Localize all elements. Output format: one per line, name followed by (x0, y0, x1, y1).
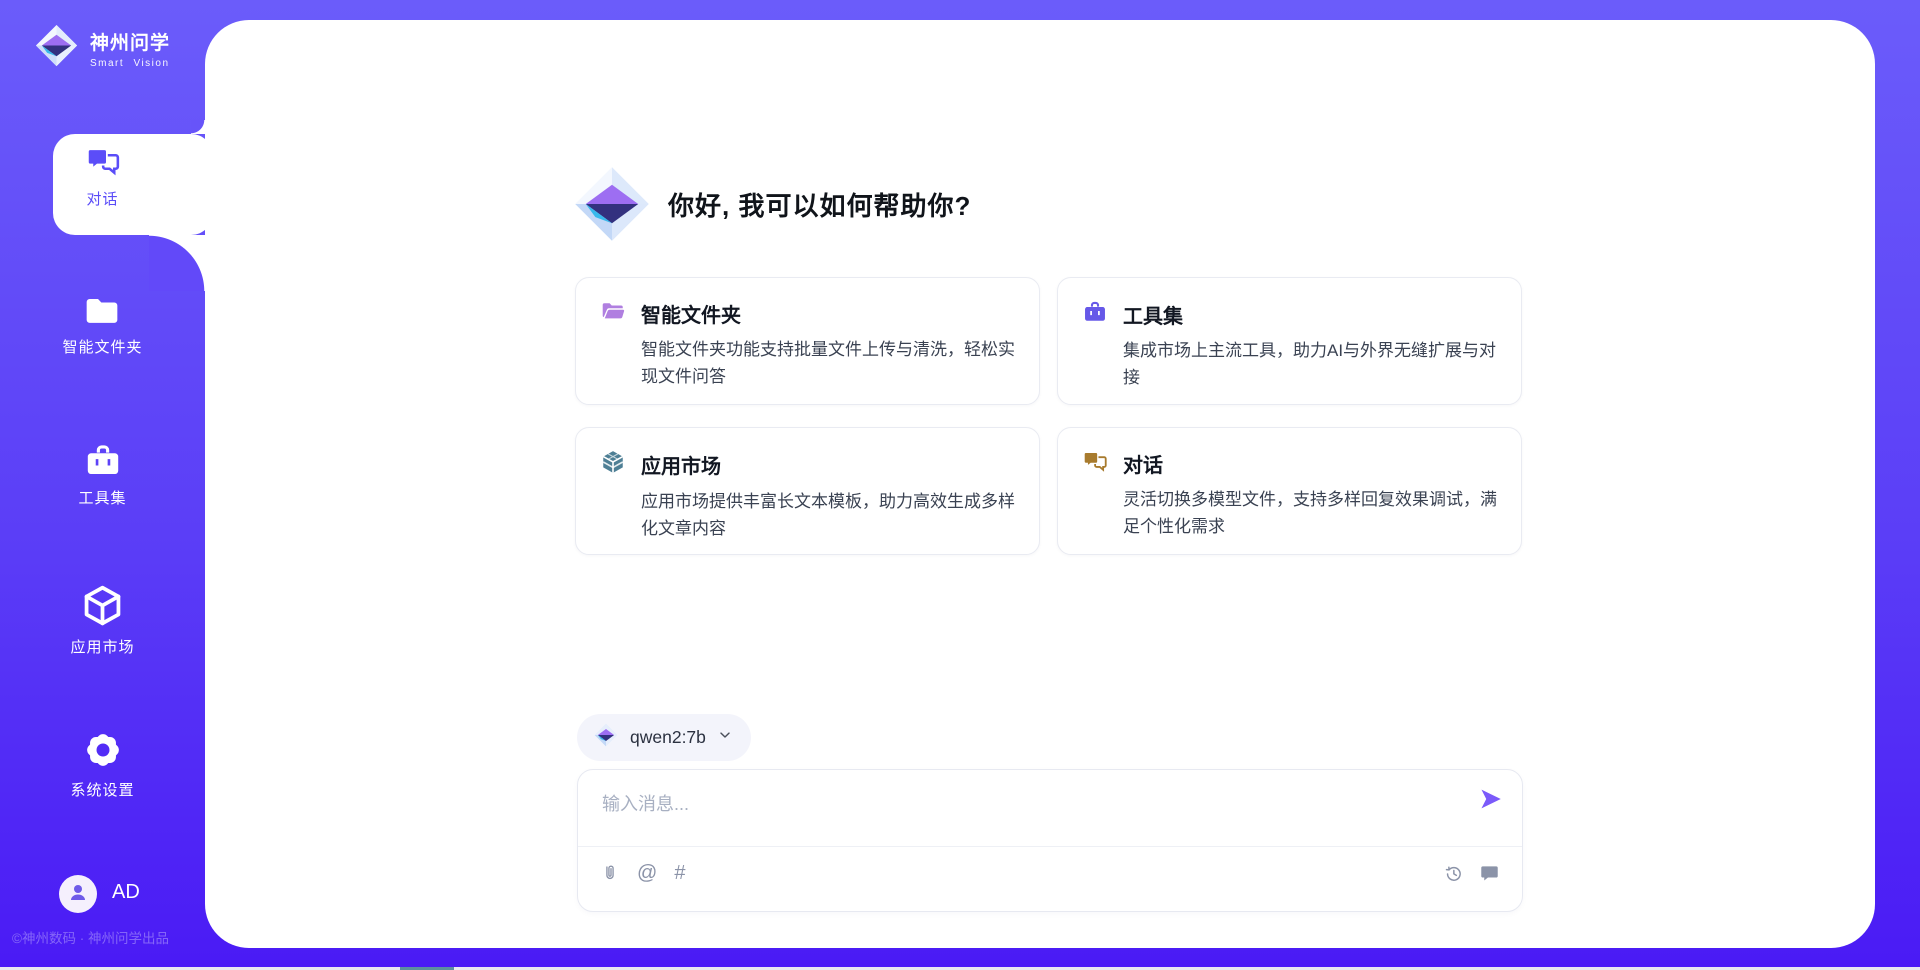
chat-icon (0, 144, 205, 180)
message-composer: @ # (577, 769, 1523, 912)
send-button[interactable] (1478, 786, 1504, 812)
copyright-text: ©神州数码 · 神州问学出品 (12, 927, 212, 947)
tab-fillet-bottom (149, 235, 205, 291)
sidebar-item-app-market[interactable]: 应用市场 (0, 583, 205, 657)
composer-divider (578, 846, 1522, 847)
sidebar-item-label: 智能文件夹 (0, 336, 205, 357)
sidebar-item-label: 工具集 (0, 487, 205, 508)
feedback-bubble-icon[interactable] (1479, 863, 1500, 884)
sidebar-item-toolbox[interactable]: 工具集 (0, 441, 205, 508)
card-description: 智能文件夹功能支持批量文件上传与清洗，轻松实现文件问答 (641, 336, 1017, 390)
card-description: 灵活切换多模型文件，支持多样回复效果调试，满足个性化需求 (1123, 486, 1499, 540)
card-description: 应用市场提供丰富长文本模板，助力高效生成多样化文章内容 (641, 488, 1017, 542)
card-chat[interactable]: 对话 灵活切换多模型文件，支持多样回复效果调试，满足个性化需求 (1057, 427, 1522, 555)
history-button[interactable] (1443, 863, 1464, 884)
briefcase-icon (1082, 299, 1108, 329)
card-description: 集成市场上主流工具，助力AI与外界无缝扩展与对接 (1123, 337, 1499, 391)
sidebar-item-label: 应用市场 (0, 636, 205, 657)
card-title: 工具集 (1123, 300, 1183, 329)
sidebar-item-settings[interactable]: 系统设置 (0, 729, 205, 800)
card-title: 智能文件夹 (641, 299, 741, 328)
brand-diamond-icon (33, 22, 80, 74)
chevron-down-icon (717, 727, 733, 748)
cube-grid-icon (600, 449, 626, 480)
briefcase-icon (0, 441, 205, 479)
card-app-market[interactable]: 应用市场 应用市场提供丰富长文本模板，助力高效生成多样化文章内容 (575, 427, 1040, 555)
app-window: 神州问学 Smart Vision 对话 智能文件夹 工具集 (0, 0, 1920, 970)
sidebar-item-label: 对话 (0, 188, 205, 209)
model-selector[interactable]: qwen2:7b (577, 714, 751, 761)
tab-fillet-top (191, 120, 205, 134)
sidebar-item-label: 系统设置 (0, 779, 205, 800)
hashtag-button[interactable]: # (674, 863, 685, 883)
card-toolbox[interactable]: 工具集 集成市场上主流工具，助力AI与外界无缝扩展与对接 (1057, 277, 1522, 405)
card-smart-folder[interactable]: 智能文件夹 智能文件夹功能支持批量文件上传与清洗，轻松实现文件问答 (575, 277, 1040, 405)
assistant-diamond-icon (570, 162, 654, 251)
attachment-button[interactable] (600, 862, 620, 884)
mention-button[interactable]: @ (637, 863, 657, 883)
card-title: 应用市场 (641, 450, 721, 479)
brand-subtitle: Smart Vision (90, 58, 170, 69)
user-initials: AD (112, 881, 140, 904)
person-icon (66, 880, 90, 909)
card-title: 对话 (1123, 449, 1163, 478)
brand-name: 神州问学 (90, 28, 170, 55)
model-diamond-icon (593, 722, 619, 753)
model-name: qwen2:7b (630, 727, 706, 748)
brand-logo: 神州问学 Smart Vision (33, 22, 170, 74)
message-input[interactable] (578, 770, 1438, 840)
user-avatar[interactable] (59, 875, 97, 913)
folder-open-icon (600, 299, 626, 328)
chat-icon (1082, 449, 1108, 478)
sidebar-item-chat[interactable]: 对话 (0, 144, 205, 209)
greeting-title: 你好, 我可以如何帮助你? (668, 186, 971, 223)
gear-icon (0, 729, 205, 771)
sidebar-item-smart-folder[interactable]: 智能文件夹 (0, 294, 205, 357)
folder-icon (0, 294, 205, 328)
cube-icon (0, 583, 205, 628)
